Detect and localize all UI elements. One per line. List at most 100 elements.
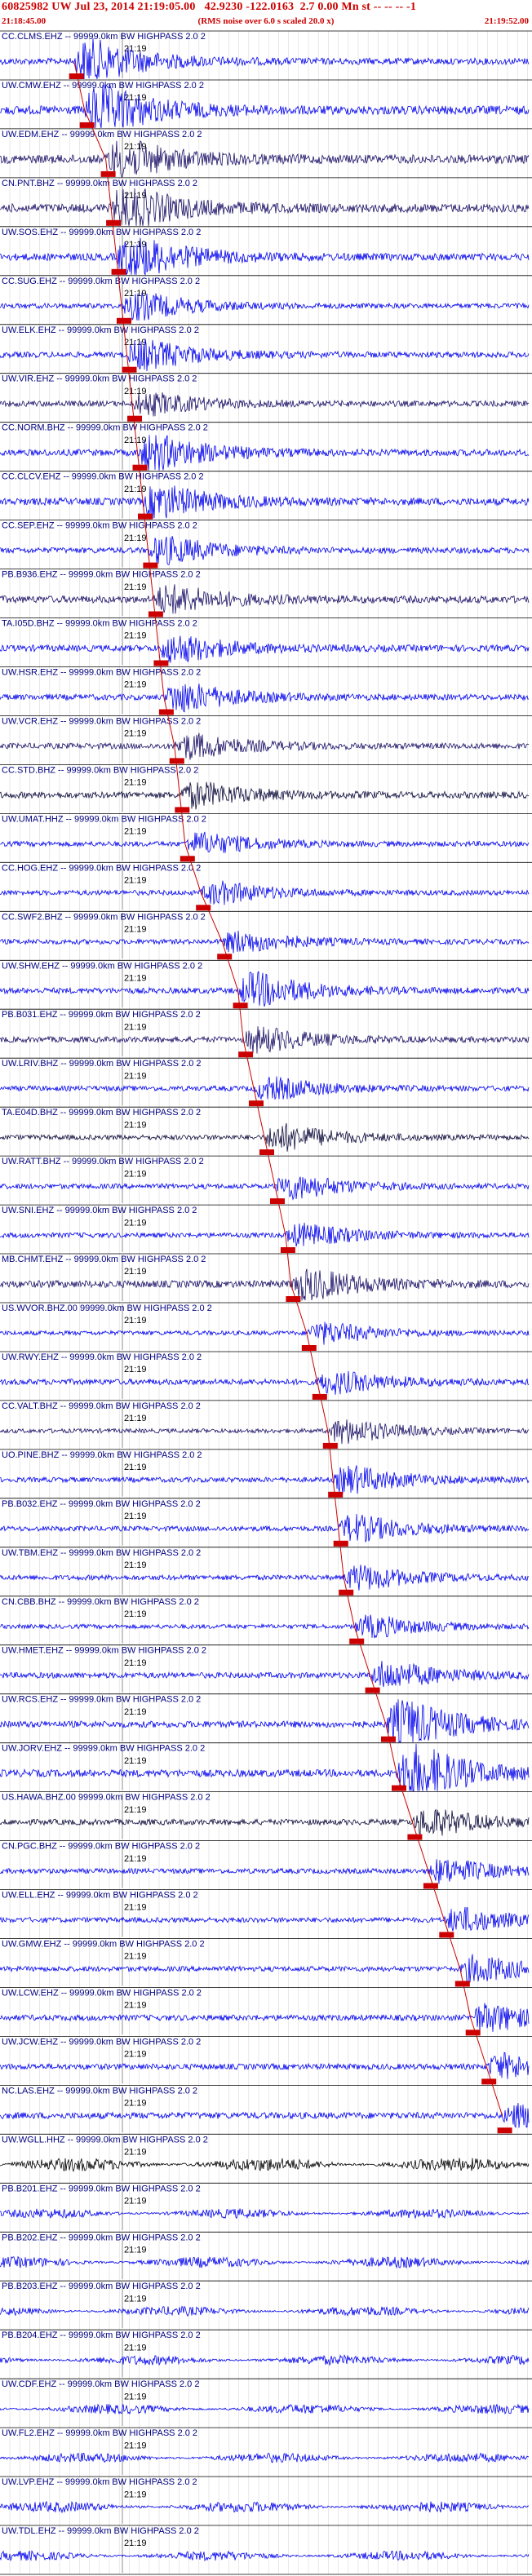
time-label: 21:19 [124,631,147,641]
time-label: 21:19 [124,827,147,837]
trace-row: UW.SHW.EHZ -- 99999.0km BW HIGHPASS 2.0 … [0,959,532,1009]
trace-label: UW.CDF.EHZ -- 99999.0km BW HIGHPASS 2.0 … [2,2379,199,2389]
trace-label: UW.EDM.EHZ -- 99999.0km BW HIGHPASS 2.0 … [2,130,202,139]
trace-label: UW.UMAT.HHZ -- 99999.0km BW HIGHPASS 2.0… [2,814,206,824]
trace-label: CC.SWF2.BHZ -- 99999.0km BW HIGHPASS 2.0… [2,912,206,922]
trace-row: UO.PINE.BHZ -- 99999.0km BW HIGHPASS 2.0… [0,1449,532,1498]
time-label: 21:19 [124,1414,147,1423]
trace-row: MB.CHMT.EHZ -- 99999.0km BW HIGHPASS 2.0… [0,1253,532,1302]
trace-row: UW.VCR.EHZ -- 99999.0km BW HIGHPASS 2.0 … [0,715,532,764]
pick-flag [106,219,122,226]
time-label: 21:19 [124,680,147,690]
trace-row: CC.CLMS.EHZ -- 99999.0km BW HIGHPASS 2.0… [0,30,532,80]
trace-row: CN.PNT.BHZ -- 99999.0km BW HIGHPASS 2.0 … [0,177,532,226]
pick-flag [143,562,158,569]
trace-label: CC.SEP.EHZ -- 99999.0km BW HIGHPASS 2.0 … [2,521,197,531]
pick-flag [286,1296,301,1302]
trace-label: CN.CBB.BHZ -- 99999.0km BW HIGHPASS 2.0 … [2,1597,199,1607]
trace-row: UW.HSR.EHZ -- 99999.0km BW HIGHPASS 2.0 … [0,666,532,715]
trace-row: UW.LRIV.BHZ -- 99999.0km BW HIGHPASS 2.0… [0,1057,532,1107]
trace-label: TA.I05D.BHZ -- 99999.0km BW HIGHPASS 2.0… [2,619,197,629]
pick-flag [127,415,142,422]
trace-label: UW.WGLL.HHZ -- 99999.0km BW HIGHPASS 2.0… [2,2135,208,2144]
trace-label: UW.JCW.EHZ -- 99999.0km BW HIGHPASS 2.0 … [2,2037,201,2047]
trace-row: UW.ELL.EHZ -- 99999.0km BW HIGHPASS 2.0 … [0,1889,532,1938]
trace-row: US.WVOR.BHZ.00 99999.0km BW HIGHPASS 2.0… [0,1302,532,1351]
time-label: 21:19 [124,2441,147,2450]
trace-row: CN.CBB.BHZ -- 99999.0km BW HIGHPASS 2.0 … [0,1596,532,1644]
trace-row: PB.B032.EHZ -- 99999.0km BW HIGHPASS 2.0… [0,1498,532,1547]
trace-label: UW.HMET.EHZ -- 99999.0km BW HIGHPASS 2.0… [2,1646,206,1656]
time-label: 21:19 [124,925,147,935]
trace-row: UW.SOS.EHZ -- 99999.0km BW HIGHPASS 2.0 … [0,226,532,277]
trace-row: CC.HOG.EHZ -- 99999.0km BW HIGHPASS 2.0 … [0,861,532,911]
pick-flag [100,170,116,177]
time-label: 21:19 [124,93,147,103]
pick-flag [233,1003,248,1009]
trace-label: UW.RCS.EHZ -- 99999.0km BW HIGHPASS 2.0 … [2,1695,201,1705]
pick-flag [407,1834,423,1840]
trace-label: TA.E04D.BHZ -- 99999.0km BW HIGHPASS 2.0… [2,1108,201,1118]
pick-flag [138,513,153,520]
pick-flag [117,317,131,324]
trace-label: MB.CHMT.EHZ -- 99999.0km BW HIGHPASS 2.0… [2,1255,206,1264]
time-label: 21:19 [124,1903,147,1913]
time-label: 21:19 [124,778,147,788]
time-label: 21:19 [124,729,147,739]
time-label: 21:19 [124,1365,147,1374]
trace-label: CN.PNT.BHZ -- 99999.0km BW HIGHPASS 2.0 … [2,179,197,188]
time-label: 21:19 [124,2538,147,2548]
trace-label: CC.HOG.EHZ -- 99999.0km BW HIGHPASS 2.0 … [2,863,201,873]
trace-label: UW.LVP.EHZ -- 99999.0km BW HIGHPASS 2.0 … [2,2477,197,2487]
pick-flag [153,660,169,666]
trace-row: UW.ELK.EHZ -- 99999.0km BW HIGHPASS 2.0 … [0,324,532,373]
time-label: 21:19 [124,1169,147,1179]
pick-flag [122,366,137,373]
time-label: 21:19 [124,240,147,250]
trace-row: CN.PGC.BHZ -- 99999.0km BW HIGHPASS 2.0 … [0,1840,532,1889]
pick-flag [349,1638,365,1644]
trace-row: UW.EDM.EHZ -- 99999.0km BW HIGHPASS 2.0 … [0,128,532,178]
trace-row: UW.TDL.EHZ -- 99999.0km BW HIGHPASS 2.0 … [0,2525,532,2573]
trace-label: CC.NORM.BHZ -- 99999.0km BW HIGHPASS 2.0… [2,423,208,433]
trace-label: UW.ELL.EHZ -- 99999.0km BW HIGHPASS 2.0 … [2,1891,198,1901]
trace-row: UW.UMAT.HHZ -- 99999.0km BW HIGHPASS 2.0… [0,813,532,862]
pick-flag [465,2029,481,2036]
pick-flag [497,2127,512,2134]
pick-flag [423,1883,438,1889]
trace-label: US.WVOR.BHZ.00 99999.0km BW HIGHPASS 2.0… [2,1303,212,1313]
time-label: 21:19 [124,1512,147,1521]
time-label: 21:19 [124,1609,147,1619]
pick-flag [148,611,163,617]
trace-row: CC.NORM.BHZ -- 99999.0km BW HIGHPASS 2.0… [0,422,532,471]
seismogram-plot: CC.CLMS.EHZ -- 99999.0km BW HIGHPASS 2.0… [0,30,532,2575]
trace-row: UW.RWY.EHZ -- 99999.0km BW HIGHPASS 2.0 … [0,1351,532,1400]
trace-label: PB.B201.EHZ -- 99999.0km BW HIGHPASS 2.0… [2,2184,201,2193]
trace-row: UW.RATT.BHZ -- 99999.0km BW HIGHPASS 2.0… [0,1155,532,1205]
trace-label: UW.JORV.EHZ -- 99999.0km BW HIGHPASS 2.0… [2,1744,205,1754]
trace-row: PB.B201.EHZ -- 99999.0km BW HIGHPASS 2.0… [0,2182,532,2231]
trace-row: UW.LVP.EHZ -- 99999.0km BW HIGHPASS 2.0 … [0,2476,532,2524]
trace-label: UW.SOS.EHZ -- 99999.0km BW HIGHPASS 2.0 … [2,228,201,237]
trace-label: CC.CLCV.EHZ -- 99999.0km BW HIGHPASS 2.0… [2,472,204,482]
time-label: 21:19 [124,533,147,543]
pick-flag [392,1785,406,1791]
trace-row: UW.RCS.EHZ -- 99999.0km BW HIGHPASS 2.0 … [0,1693,532,1743]
trace-row: UW.JCW.EHZ -- 99999.0km BW HIGHPASS 2.0 … [0,2035,532,2085]
trace-row: UW.HMET.EHZ -- 99999.0km BW HIGHPASS 2.0… [0,1644,532,1693]
trace-row: PB.B936.EHZ -- 99999.0km BW HIGHPASS 2.0… [0,569,532,617]
trace-row: PB.B204.EHZ -- 99999.0km BW HIGHPASS 2.0… [0,2329,532,2378]
trace-row: US.HAWA.BHZ.00 99999.0km BW HIGHPASS 2.0… [0,1791,532,1840]
pick-flag [333,1540,348,1547]
time-label: 21:19 [124,2294,147,2304]
trace-label: UW.VIR.EHZ -- 99999.0km BW HIGHPASS 2.0 … [2,374,197,384]
trace-label: UW.LCW.EHZ -- 99999.0km BW HIGHPASS 2.0 … [2,1989,202,1998]
trace-label: PB.B936.EHZ -- 99999.0km BW HIGHPASS 2.0… [2,570,201,580]
pick-flag [169,758,184,764]
pick-flag [322,1442,338,1449]
pick-flag [132,464,148,471]
time-label: 21:19 [124,1560,147,1570]
trace-label: CC.SUG.EHZ -- 99999.0km BW HIGHPASS 2.0 … [2,277,200,286]
trace-row: UW.FL2.EHZ -- 99999.0km BW HIGHPASS 2.0 … [0,2427,532,2476]
trace-label: UW.TDL.EHZ -- 99999.0km BW HIGHPASS 2.0 … [2,2526,199,2536]
